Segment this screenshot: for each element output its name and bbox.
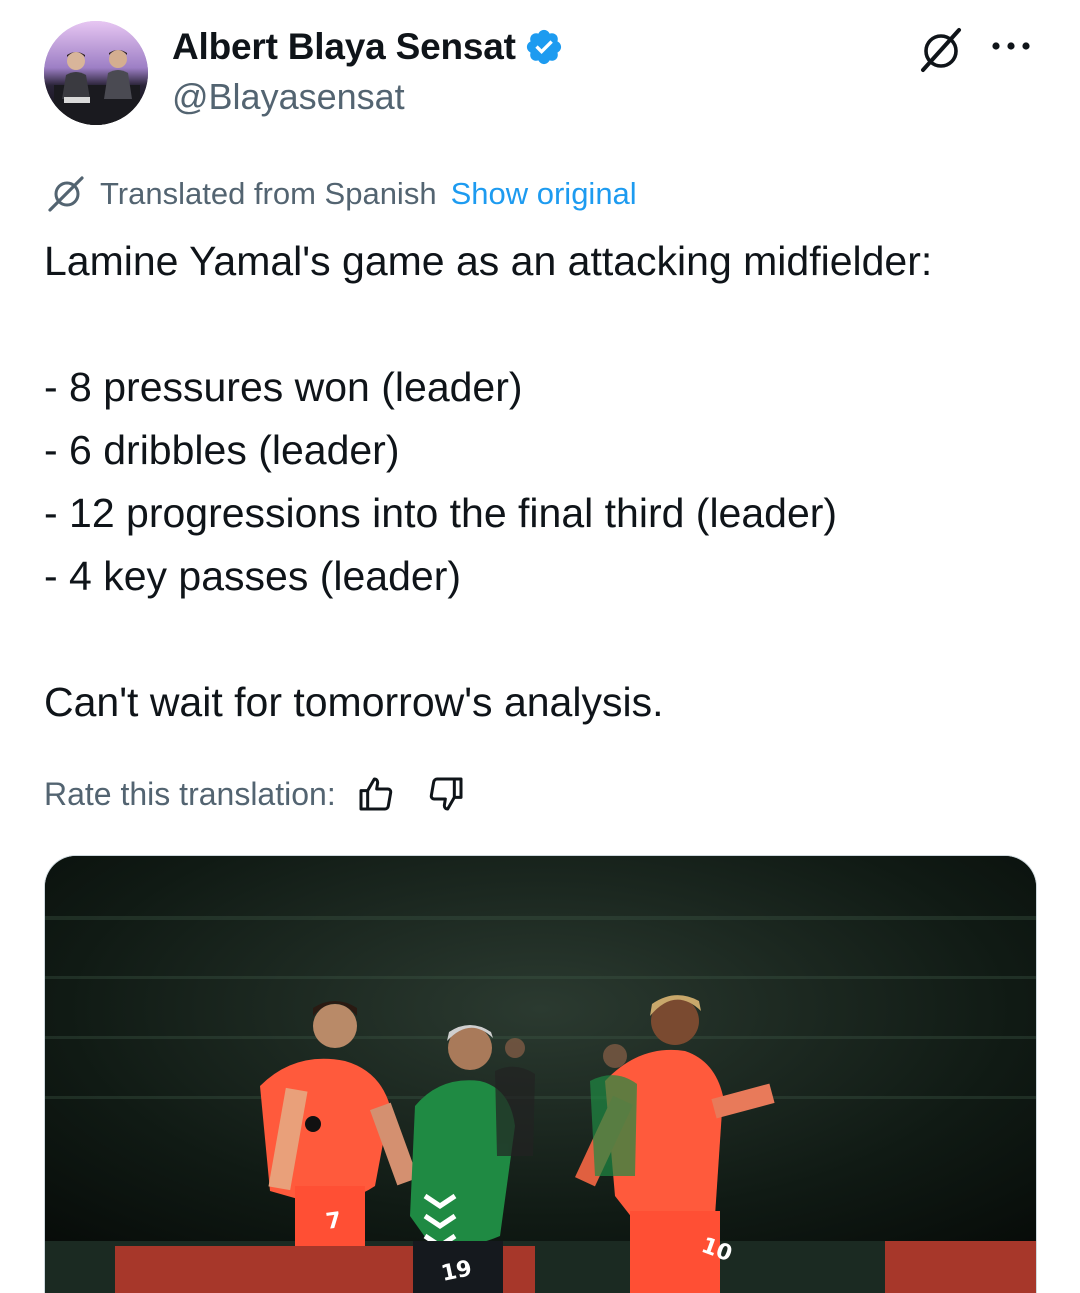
tweet-closing: Can't wait for tomorrow's analysis.: [44, 679, 664, 725]
stat-line: - 12 progressions into the final third (…: [44, 490, 838, 536]
stat-line: - 6 dribbles (leader): [44, 427, 400, 473]
stat-line: - 4 key passes (leader): [44, 553, 462, 599]
rate-translation-label: Rate this translation:: [44, 775, 336, 812]
translated-from-label: Translated from Spanish: [100, 176, 437, 211]
profile-photo-icon: [44, 21, 148, 125]
tweet-header: Albert Blaya Sensat @Blayasensat: [0, 0, 1080, 140]
more-icon[interactable]: [988, 32, 1036, 60]
football-match-photo-icon: 71910: [45, 856, 1036, 1293]
tweet-intro: Lamine Yamal's game as an attacking midf…: [44, 238, 933, 284]
grok-translate-icon: [48, 176, 84, 212]
name-row: Albert Blaya Sensat: [172, 24, 564, 70]
show-original-link[interactable]: Show original: [451, 176, 637, 212]
grok-icon[interactable]: [915, 24, 967, 76]
user-handle[interactable]: @Blayasensat: [172, 76, 405, 118]
rate-translation: Rate this translation:: [44, 768, 466, 820]
tweet-media-photo[interactable]: 7 19 10: [44, 855, 1037, 1293]
thumbs-down-icon[interactable]: [426, 774, 466, 814]
translation-notice: Translated from Spanish Show original: [44, 170, 637, 218]
avatar[interactable]: [44, 21, 148, 125]
verified-badge-icon: [526, 29, 561, 65]
stat-line: - 8 pressures won (leader): [44, 364, 523, 410]
tweet-text: Lamine Yamal's game as an attacking midf…: [44, 230, 1044, 734]
display-name[interactable]: Albert Blaya Sensat: [172, 26, 516, 68]
thumbs-up-icon[interactable]: [356, 774, 396, 814]
